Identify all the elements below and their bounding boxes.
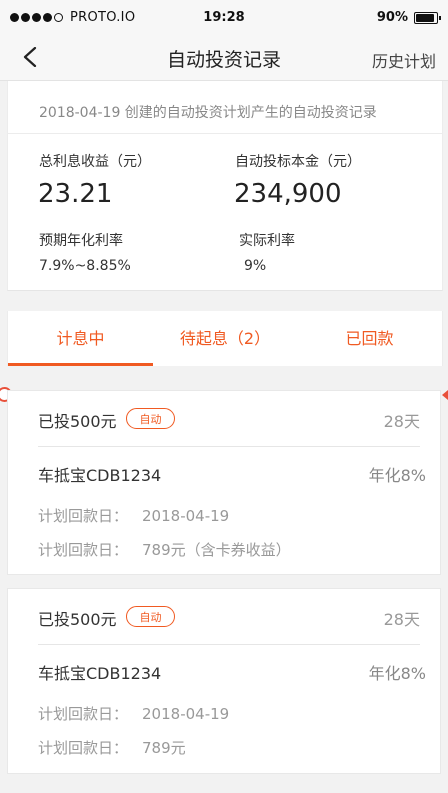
term-days: 28天 [383,412,420,431]
auto-badge: 自动 [126,408,175,429]
payback-date-value: 2018-04-19 [142,507,230,525]
total-interest-value: 23.21 [38,179,113,209]
triangle-marker-icon [442,390,448,400]
payback-amount-row: 计划回款日： 789元（含卡券收益） [38,539,291,560]
principal-value: 234,900 [234,179,342,209]
status-bar: PROTO.IO 19:28 90% [0,0,448,36]
summary-panel: 2018-04-19 创建的自动投资计划产生的自动投资记录 总利息收益（元） 2… [7,81,443,291]
annual-rate: 年化8% [368,664,426,683]
active-tab-indicator [8,363,153,366]
payback-amount-label: 计划回款日： [38,541,129,559]
payback-date-value: 2018-04-19 [142,705,230,723]
battery-percent: 90% [376,10,408,25]
payback-amount-value: 789元 [142,739,186,757]
card-divider [38,446,420,447]
actual-rate-label: 实际利率 [239,233,295,249]
expected-rate-label: 预期年化利率 [39,233,123,249]
tab-repaid[interactable]: 已回款 [297,311,442,366]
payback-date-row: 计划回款日： 2018-04-19 [38,505,229,526]
tab-accruing[interactable]: 计息中 [8,311,153,366]
annual-rate: 年化8% [368,466,426,485]
tab-pending[interactable]: 待起息（2） [153,311,297,366]
payback-amount-row: 计划回款日： 789元 [38,737,186,758]
invested-amount: 已投500元 [38,610,117,629]
summary-divider [8,133,442,134]
payback-date-row: 计划回款日： 2018-04-19 [38,703,229,724]
history-plan-link[interactable]: 历史计划 [372,48,436,72]
payback-date-label: 计划回款日： [38,705,129,723]
battery-group: 90% [376,10,441,25]
auto-badge: 自动 [126,606,175,627]
payback-date-label: 计划回款日： [38,507,129,525]
record-card[interactable]: 已投500元 自动 28天 车抵宝CDB1234 年化8% 计划回款日： 2018… [7,390,441,575]
status-tabs: 计息中 待起息（2） 已回款 [7,311,443,366]
record-card[interactable]: 已投500元 自动 28天 车抵宝CDB1234 年化8% 计划回款日： 2018… [7,588,441,774]
plan-note: 2018-04-19 创建的自动投资计划产生的自动投资记录 [39,105,377,121]
card-divider [38,644,420,645]
expected-rate-value: 7.9%~8.85% [39,258,131,274]
battery-icon [414,11,441,24]
payback-amount-value: 789元（含卡券收益） [142,541,291,559]
nav-bar: 自动投资记录 历史计划 [0,36,448,81]
total-interest-label: 总利息收益（元） [39,154,151,170]
term-days: 28天 [383,610,420,629]
principal-label: 自动投标本金（元） [235,154,361,170]
payback-amount-label: 计划回款日： [38,739,129,757]
actual-rate-value: 9% [244,258,267,274]
invested-amount: 已投500元 [38,412,117,431]
product-name: 车抵宝CDB1234 [38,466,162,485]
product-name: 车抵宝CDB1234 [38,664,162,683]
